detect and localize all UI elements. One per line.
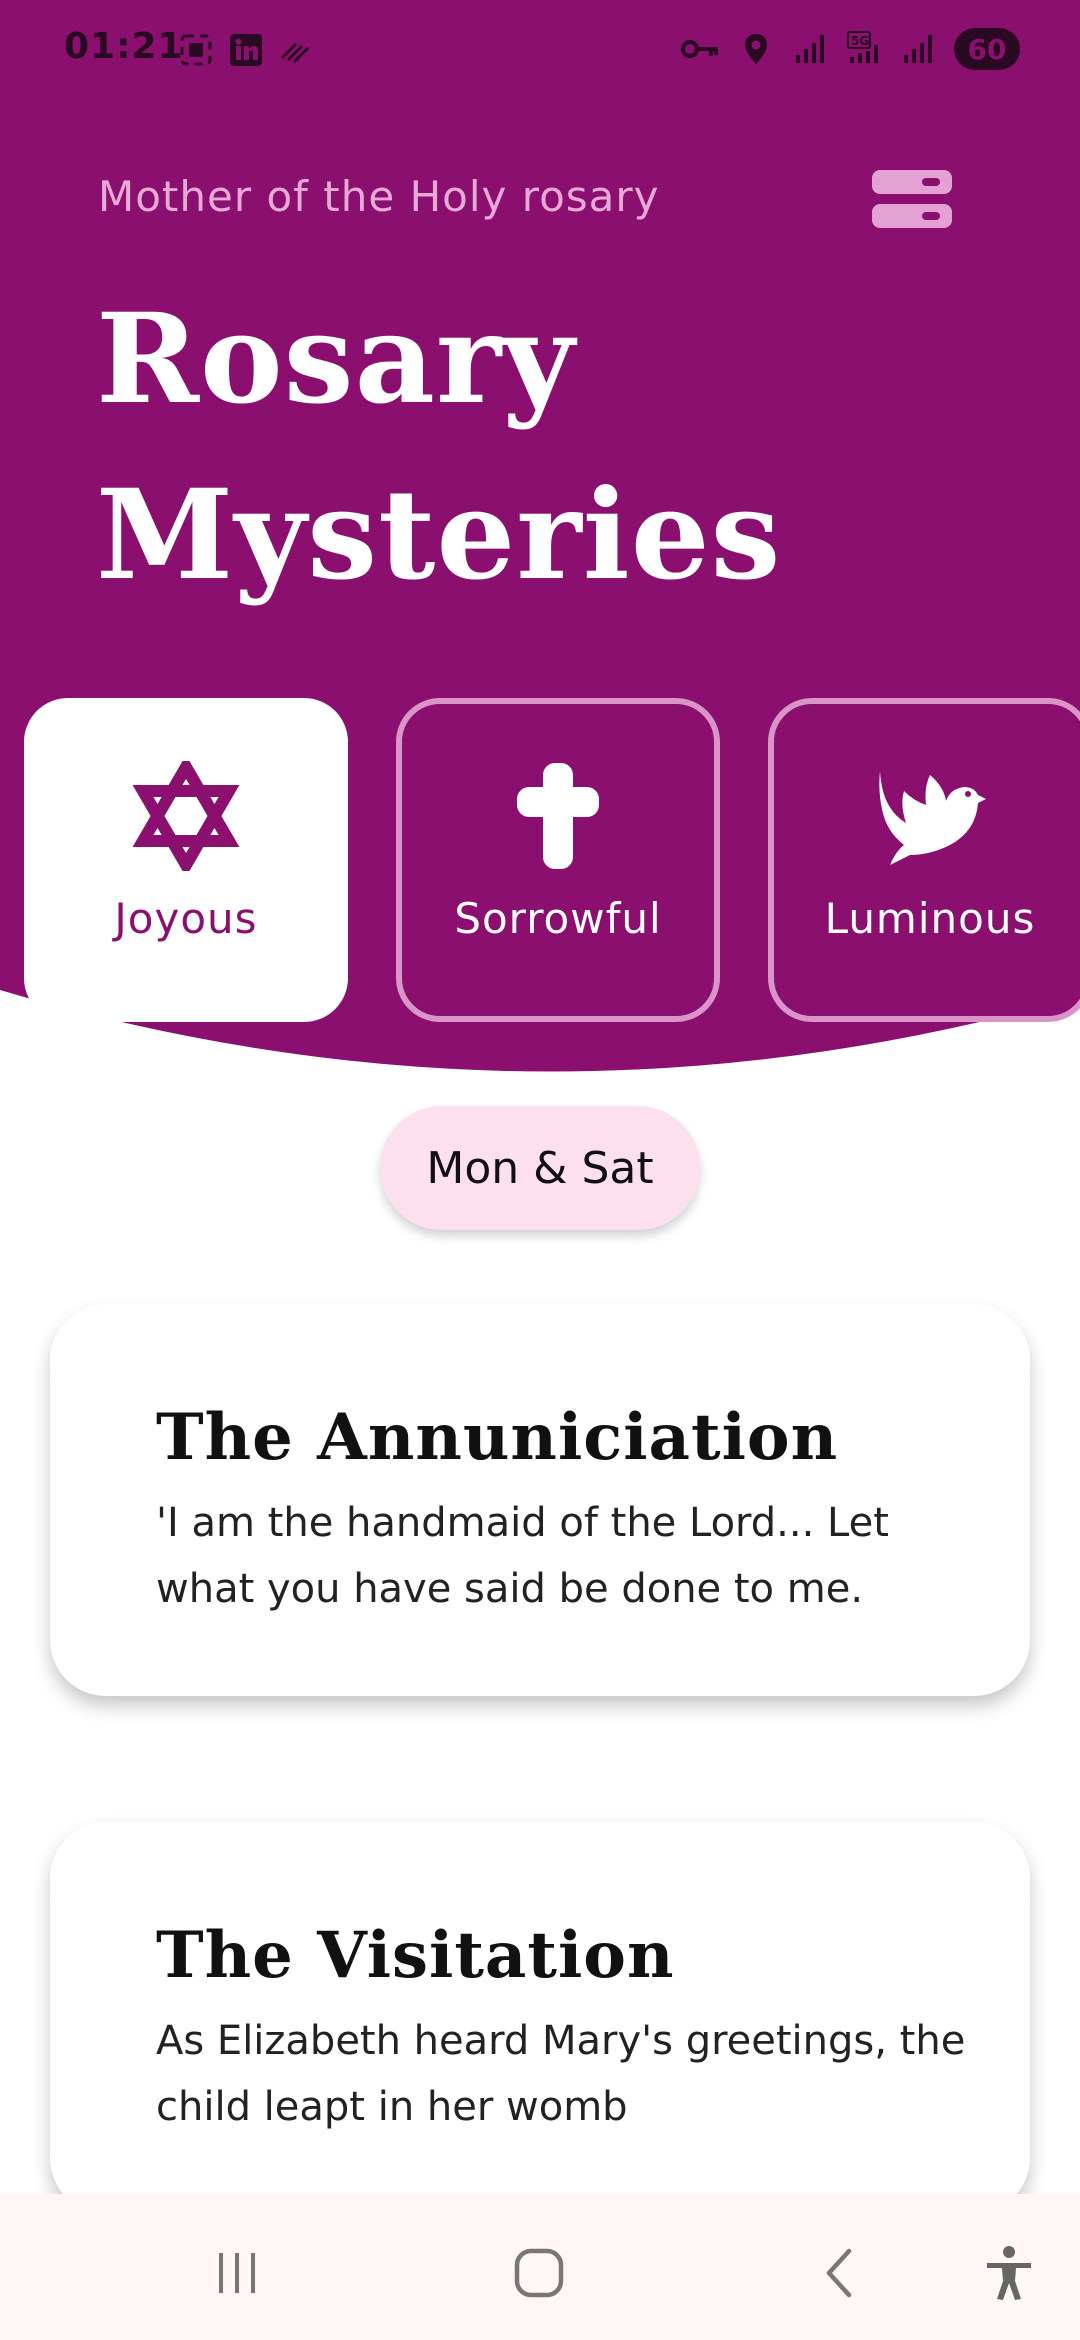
mystery-tile-sorrowful[interactable]: Sorrowful xyxy=(396,698,720,1022)
mystery-tile-luminous[interactable]: Luminous xyxy=(768,698,1080,1022)
mystery-card[interactable]: The Visitation As Elizabeth heard Mary's… xyxy=(50,1822,1030,2214)
mystery-label: Sorrowful xyxy=(454,894,662,943)
status-bar: 01:21 5G 60 xyxy=(0,0,1080,100)
data-icon xyxy=(280,42,310,64)
cross-icon xyxy=(498,756,618,876)
linkedin-icon xyxy=(230,34,262,66)
app-subtitle: Mother of the Holy rosary xyxy=(98,172,660,221)
battery-indicator: 60 xyxy=(954,28,1020,70)
5g-signal-icon: 5G xyxy=(847,31,878,63)
star-of-david-icon xyxy=(126,756,246,876)
vpn-key-icon xyxy=(681,40,718,58)
navigation-bar xyxy=(0,2194,1080,2340)
home-icon[interactable] xyxy=(504,2238,574,2308)
card-text: 'I am the handmaid of the Lord... Let wh… xyxy=(156,1500,889,1612)
recent-apps-icon[interactable] xyxy=(202,2238,272,2308)
svg-text:5G: 5G xyxy=(851,34,869,48)
page-title-line2: Mysteries xyxy=(96,463,782,608)
status-left-icons xyxy=(178,32,314,68)
menu-button[interactable] xyxy=(872,168,952,230)
accessibility-icon[interactable] xyxy=(974,2238,1044,2308)
signal-icon xyxy=(904,35,932,63)
screenshot-icon xyxy=(180,34,212,66)
status-time: 01:21 xyxy=(64,26,184,67)
signal-icon xyxy=(796,35,824,63)
menu-icon-bar xyxy=(872,204,952,228)
dove-icon xyxy=(870,756,990,876)
card-title: The Visitation xyxy=(156,1918,675,1993)
page-title-line1: Rosary xyxy=(96,287,576,432)
mystery-selector: Joyous Sorrowful Luminous xyxy=(0,698,1080,1022)
card-title: The Annuniciation xyxy=(156,1400,839,1475)
mystery-tile-joyous[interactable]: Joyous xyxy=(24,698,348,1022)
back-icon[interactable] xyxy=(806,2238,876,2308)
status-right-icons: 5G 60 xyxy=(680,28,1020,70)
menu-icon xyxy=(872,170,952,194)
mystery-label: Luminous xyxy=(824,894,1036,943)
mystery-card[interactable]: The Annuniciation 'I am the handmaid of … xyxy=(50,1304,1030,1696)
card-text: As Elizabeth heard Mary's greetings, the… xyxy=(156,2018,966,2130)
mystery-label: Joyous xyxy=(114,894,258,943)
location-icon xyxy=(745,34,767,64)
days-chip[interactable]: Mon & Sat xyxy=(380,1106,700,1230)
